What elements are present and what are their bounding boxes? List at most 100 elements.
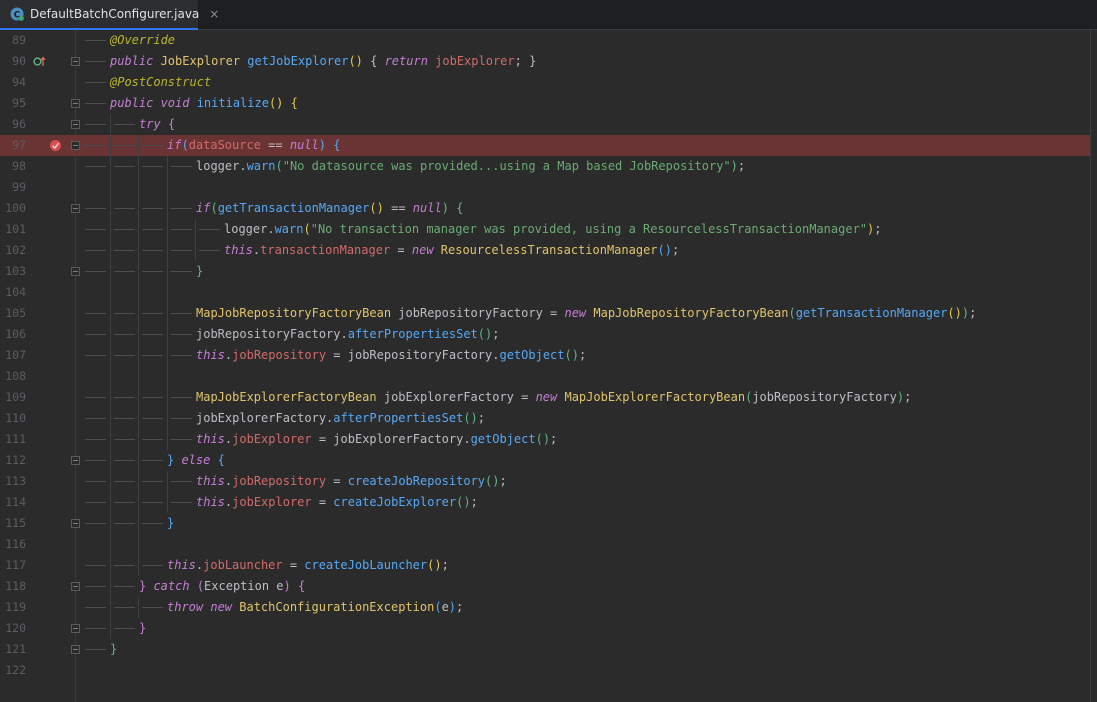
line-number[interactable]: 112 [0,450,26,471]
line-number[interactable]: 122 [0,660,26,681]
override-icon[interactable] [33,55,46,68]
code-line[interactable]: 101 logger.warn("No transaction manager w… [0,219,1090,240]
code-line[interactable]: 104 [0,282,1090,303]
code-text[interactable]: logger.warn("No datasource was provided.… [196,156,745,177]
fold-toggle-icon[interactable] [71,582,80,591]
code-text[interactable]: this.jobExplorer = jobExplorerFactory.ge… [196,429,557,450]
line-number[interactable]: 100 [0,198,26,219]
code-line[interactable]: 108 [0,366,1090,387]
line-number[interactable]: 90 [0,51,26,72]
code-line[interactable]: 117 this.jobLauncher = createJobLauncher(… [0,555,1090,576]
line-number[interactable]: 97 [0,135,26,156]
line-number[interactable]: 109 [0,387,26,408]
line-number[interactable]: 114 [0,492,26,513]
line-number[interactable]: 107 [0,345,26,366]
line-number[interactable]: 98 [0,156,26,177]
code-line[interactable]: 113 this.jobRepository = createJobReposit… [0,471,1090,492]
code-text[interactable]: public JobExplorer getJobExplorer() { re… [110,51,536,72]
fold-toggle-icon[interactable] [71,120,80,129]
line-number[interactable]: 110 [0,408,26,429]
line-number[interactable]: 95 [0,93,26,114]
line-number[interactable]: 96 [0,114,26,135]
code-text[interactable]: MapJobExplorerFactoryBean jobExplorerFac… [196,387,911,408]
fold-toggle-icon[interactable] [71,519,80,528]
code-text[interactable]: public void initialize() { [110,93,298,114]
code-line[interactable]: 119 throw new BatchConfigurationException… [0,597,1090,618]
code-text[interactable]: @Override [110,30,175,51]
fold-toggle-icon[interactable] [71,624,80,633]
fold-toggle-icon[interactable] [71,645,80,654]
code-line[interactable]: 99 [0,177,1090,198]
code-line[interactable]: 111 this.jobExplorer = jobExplorerFactory… [0,429,1090,450]
code-text[interactable]: } else { [167,450,225,471]
code-text[interactable]: } [196,261,203,282]
code-line[interactable]: 118 } catch (Exception e) { [0,576,1090,597]
code-text[interactable]: if(getTransactionManager() == null) { [196,198,463,219]
code-text[interactable]: jobRepositoryFactory.afterPropertiesSet(… [196,324,499,345]
line-number[interactable]: 103 [0,261,26,282]
code-text[interactable]: if(dataSource == null) { [167,135,340,156]
file-tab[interactable]: C DefaultBatchConfigurer.java × [0,0,219,30]
code-text[interactable]: } catch (Exception e) { [139,576,305,597]
code-text[interactable]: MapJobRepositoryFactoryBean jobRepositor… [196,303,976,324]
line-number[interactable]: 111 [0,429,26,450]
code-line[interactable]: 114 this.jobExplorer = createJobExplorer(… [0,492,1090,513]
code-line[interactable]: 116 [0,534,1090,555]
code-line[interactable]: 102 this.transactionManager = new Resourc… [0,240,1090,261]
code-line[interactable]: 112 } else { [0,450,1090,471]
line-number[interactable]: 119 [0,597,26,618]
code-text[interactable]: } [167,513,174,534]
code-line[interactable]: 109 MapJobExplorerFactoryBean jobExplorer… [0,387,1090,408]
code-text[interactable]: this.jobRepository = createJobRepository… [196,471,507,492]
code-line[interactable]: 98 logger.warn("No datasource was provide… [0,156,1090,177]
code-text[interactable]: logger.warn("No transaction manager was … [224,219,881,240]
code-line[interactable]: 89 @Override [0,30,1090,51]
line-number[interactable]: 118 [0,576,26,597]
line-number[interactable]: 94 [0,72,26,93]
breakpoint-icon[interactable] [49,139,62,152]
line-number[interactable]: 99 [0,177,26,198]
code-text[interactable]: try { [139,114,175,135]
line-number[interactable]: 108 [0,366,26,387]
code-text[interactable]: this.jobRepository = jobRepositoryFactor… [196,345,586,366]
code-line[interactable]: 96 try { [0,114,1090,135]
line-number[interactable]: 102 [0,240,26,261]
code-text[interactable]: this.transactionManager = new Resourcele… [224,240,679,261]
code-line[interactable]: 100 if(getTransactionManager() == null) { [0,198,1090,219]
code-text[interactable]: } [110,639,117,660]
close-icon[interactable]: × [209,7,219,21]
code-line[interactable]: 94 @PostConstruct [0,72,1090,93]
code-line[interactable]: 105 MapJobRepositoryFactoryBean jobReposi… [0,303,1090,324]
fold-toggle-icon[interactable] [71,57,80,66]
code-text[interactable]: jobExplorerFactory.afterPropertiesSet(); [196,408,485,429]
code-line[interactable]: 103} [0,261,1090,282]
line-number[interactable]: 104 [0,282,26,303]
code-line[interactable]: 107 this.jobRepository = jobRepositoryFac… [0,345,1090,366]
line-number[interactable]: 115 [0,513,26,534]
code-text[interactable]: this.jobExplorer = createJobExplorer(); [196,492,478,513]
code-line[interactable]: 95 public void initialize() { [0,93,1090,114]
line-number[interactable]: 106 [0,324,26,345]
code-text[interactable]: this.jobLauncher = createJobLauncher(); [167,555,449,576]
fold-toggle-icon[interactable] [71,99,80,108]
code-text[interactable]: @PostConstruct [110,72,211,93]
code-line[interactable]: 90 public JobExplorer getJobExplorer() { … [0,51,1090,72]
line-number[interactable]: 120 [0,618,26,639]
line-number[interactable]: 101 [0,219,26,240]
fold-toggle-icon[interactable] [71,204,80,213]
code-line[interactable]: 120} [0,618,1090,639]
code-text[interactable]: throw new BatchConfigurationException(e)… [167,597,463,618]
code-editor[interactable]: 89 @Override 90 public JobExplorer getJobEx… [0,30,1097,702]
code-line[interactable]: 97 if(dataSource == null) { [0,135,1090,156]
code-line[interactable]: 121} [0,639,1090,660]
line-number[interactable]: 121 [0,639,26,660]
line-number[interactable]: 116 [0,534,26,555]
fold-toggle-icon[interactable] [71,141,80,150]
code-line[interactable]: 115} [0,513,1090,534]
code-line[interactable]: 106 jobRepositoryFactory.afterPropertiesS… [0,324,1090,345]
line-number[interactable]: 117 [0,555,26,576]
line-number[interactable]: 113 [0,471,26,492]
code-line[interactable]: 122 [0,660,1090,681]
line-number[interactable]: 105 [0,303,26,324]
line-number[interactable]: 89 [0,30,26,51]
